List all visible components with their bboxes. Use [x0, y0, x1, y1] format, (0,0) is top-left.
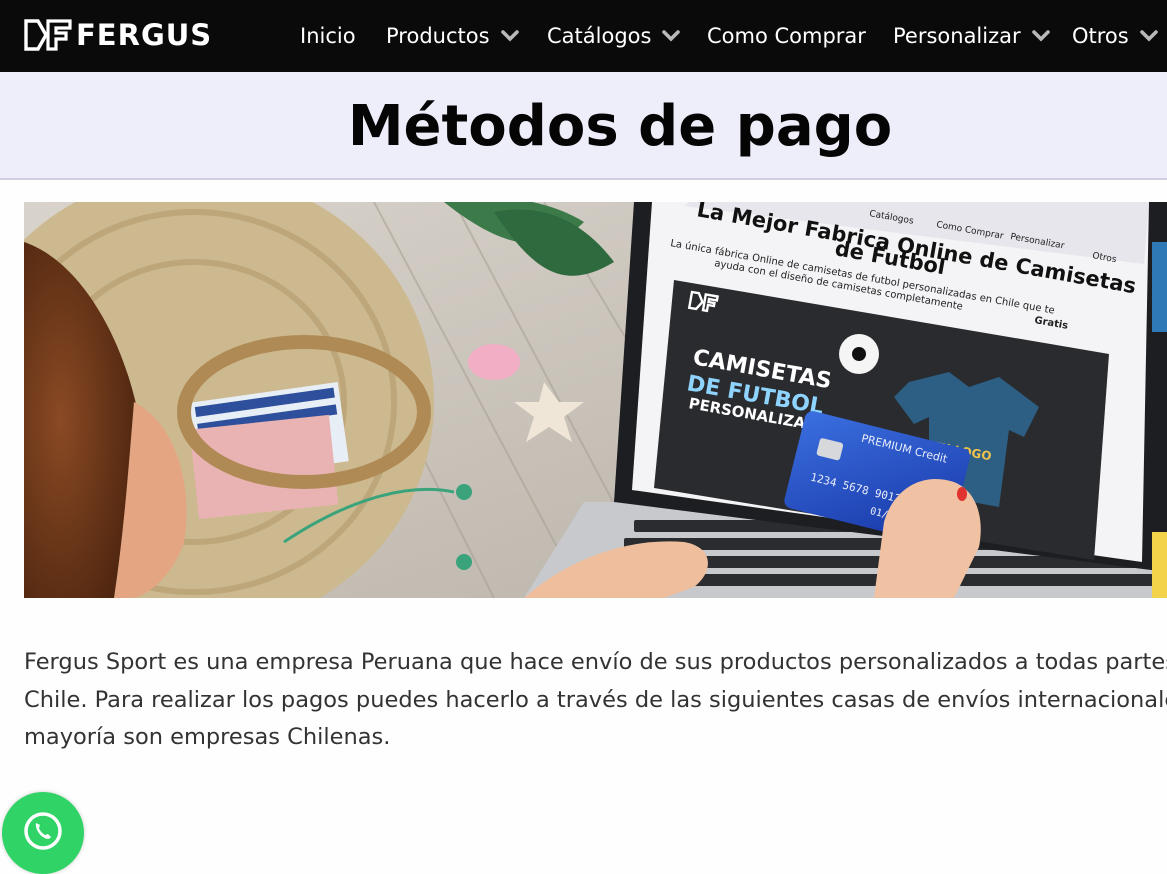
- nav-item-label: Inicio: [300, 24, 356, 48]
- brand-name: FERGUS: [76, 18, 213, 52]
- nav-item-label: Productos: [386, 24, 490, 48]
- nav-item-productos[interactable]: Productos: [386, 20, 520, 52]
- nav-item-inicio[interactable]: Inicio: [300, 20, 356, 52]
- intro-line-2: Chile. Para realizar los pagos puedes ha…: [24, 686, 1167, 713]
- intro-line-1: Fergus Sport es una empresa Peruana que …: [24, 649, 1167, 675]
- chevron-down-icon: [1031, 29, 1051, 43]
- nav-item-como-comprar[interactable]: Como Comprar: [707, 20, 866, 52]
- intro-paragraph: Fergus Sport es una empresa Peruana que …: [24, 644, 1167, 757]
- whatsapp-button[interactable]: [2, 792, 84, 874]
- page-title: Métodos de pago: [347, 94, 893, 159]
- nav-item-label: Catálogos: [547, 24, 652, 48]
- chevron-down-icon: [1139, 29, 1159, 43]
- chevron-down-icon: [661, 29, 681, 43]
- chevron-down-icon: [500, 29, 520, 43]
- intro-line-3: mayoría son empresas Chilenas.: [24, 724, 391, 750]
- nav-item-label: Personalizar: [893, 24, 1021, 48]
- nav-item-label: Otros: [1072, 24, 1129, 48]
- nav-item-label: Como Comprar: [707, 24, 866, 48]
- fergus-logo-icon: [24, 19, 72, 51]
- nav-item-personalizar[interactable]: Personalizar: [893, 20, 1051, 52]
- brand-logo[interactable]: FERGUS: [24, 17, 212, 53]
- top-navbar: FERGUS Inicio Productos Catálogos Como C…: [0, 0, 1167, 72]
- hero-image: Catálogos Como Comprar Personalizar Otro…: [24, 202, 1167, 598]
- page-title-band: Métodos de pago: [0, 72, 1167, 180]
- whatsapp-icon: [24, 812, 62, 850]
- nav-item-otros[interactable]: Otros: [1072, 20, 1159, 52]
- nav-item-catalogos[interactable]: Catálogos: [547, 20, 681, 52]
